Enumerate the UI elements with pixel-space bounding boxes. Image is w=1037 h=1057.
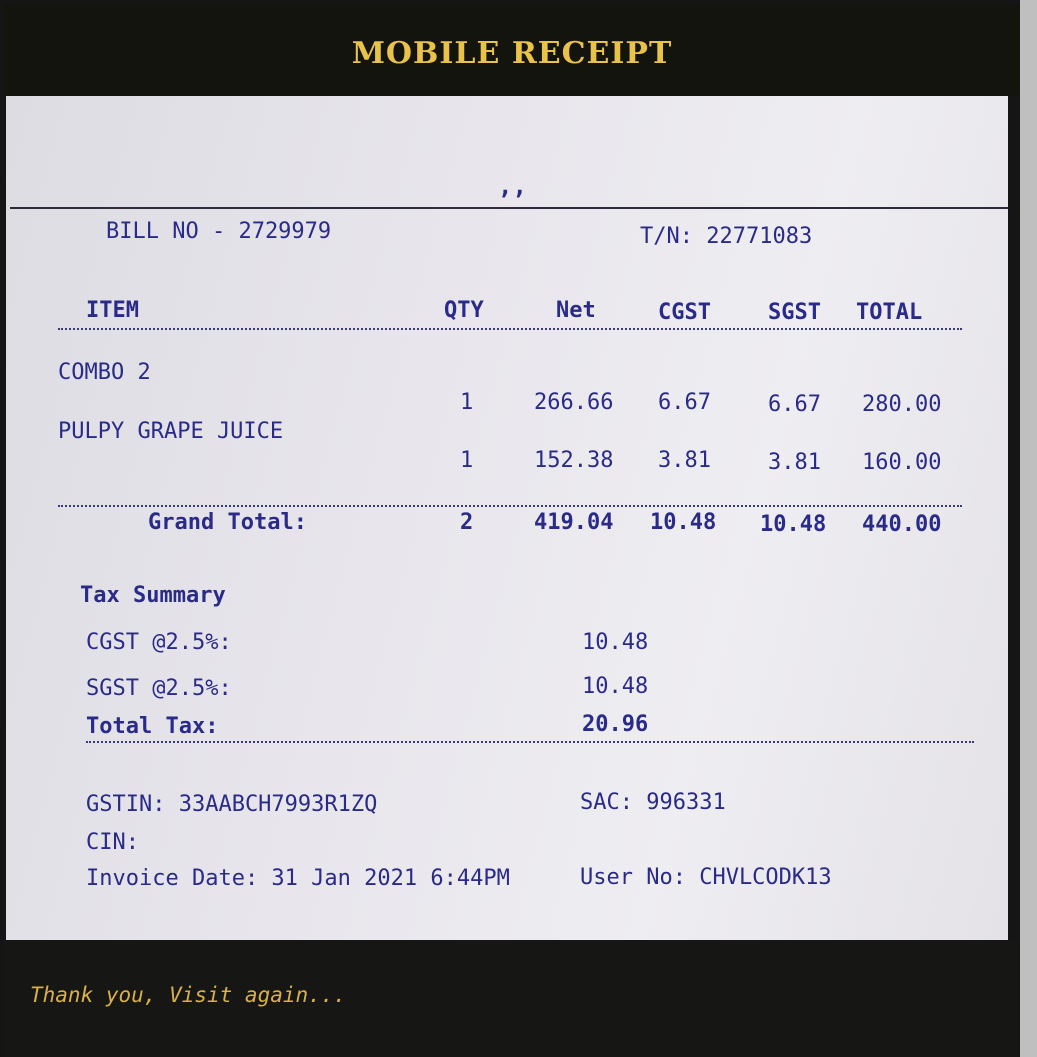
page-title: MOBILE RECEIPT [351, 35, 673, 71]
tax-summary-title: Tax Summary [80, 583, 226, 608]
col-header-cgst: CGST [658, 300, 711, 325]
grand-total-amount: 440.00 [862, 512, 942, 537]
item-qty: 1 [460, 448, 474, 473]
item-total: 160.00 [862, 450, 942, 475]
thank-you-message: Thank you, Visit again... [30, 983, 347, 1007]
tn-number: T/N: 22771083 [640, 224, 813, 249]
total-tax-label: Total Tax: [86, 714, 219, 739]
invoice-date: Invoice Date: 31 Jan 2021 6:44PM [86, 866, 510, 891]
item-net: 152.38 [534, 448, 614, 473]
item-name: PULPY GRAPE JUICE [58, 419, 284, 444]
item-cgst: 6.67 [658, 390, 711, 415]
bill-number: BILL NO - 2729979 [106, 219, 332, 244]
top-mark: ,, [498, 172, 527, 200]
grand-total-net: 419.04 [534, 510, 614, 535]
grand-total-cgst: 10.48 [650, 510, 717, 535]
header-bar: MOBILE RECEIPT [4, 4, 1020, 96]
col-header-total: TOTAL [856, 300, 923, 325]
col-header-qty: QTY [444, 298, 484, 323]
item-sgst: 3.81 [768, 450, 821, 475]
grand-total-sgst: 10.48 [760, 512, 827, 537]
user-number: User No: CHVLCODK13 [580, 865, 832, 890]
grand-total-label: Grand Total: [148, 510, 307, 535]
screen-edge [1020, 0, 1037, 1057]
item-name: COMBO 2 [58, 360, 151, 385]
total-tax-value: 20.96 [582, 712, 649, 737]
grand-total-qty: 2 [460, 510, 474, 535]
cin: CIN: [86, 830, 139, 855]
sac: SAC: 996331 [580, 790, 726, 815]
totals-divider [58, 505, 962, 507]
col-header-sgst: SGST [768, 300, 821, 325]
tax-cgst-label: CGST @2.5%: [86, 630, 232, 655]
item-total: 280.00 [862, 392, 942, 417]
tax-divider [86, 741, 974, 743]
header-divider [58, 328, 962, 330]
top-divider [10, 207, 1008, 209]
tax-cgst-value: 10.48 [582, 630, 649, 655]
tax-sgst-value: 10.48 [582, 674, 649, 699]
col-header-item: ITEM [86, 298, 139, 323]
gstin: GSTIN: 33AABCH7993R1ZQ [86, 792, 378, 817]
item-sgst: 6.67 [768, 392, 821, 417]
item-net: 266.66 [534, 390, 614, 415]
col-header-net: Net [556, 298, 596, 323]
tax-sgst-label: SGST @2.5%: [86, 676, 232, 701]
item-cgst: 3.81 [658, 448, 711, 473]
item-qty: 1 [460, 390, 474, 415]
